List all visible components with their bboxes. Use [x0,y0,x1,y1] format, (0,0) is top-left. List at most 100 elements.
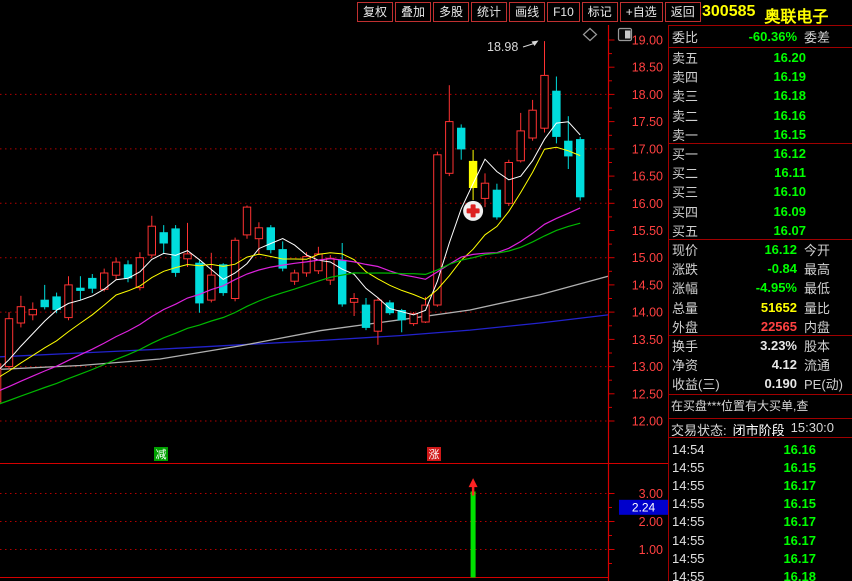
trade-price: 16.15 [783,496,816,512]
panel-divider [668,394,852,395]
candle-body [123,264,133,279]
candle-body [314,253,323,272]
candle-body [183,253,192,260]
peak-price-label: 18.98 [487,40,518,54]
stat-label-2: 最低 [804,281,831,297]
trade-row[interactable]: 14:55 16.18 [668,567,852,581]
trading-app-window: 19.00 18.50 18.00 17.50 17.00 16.50 16.00 15.50… [0,0,852,581]
ask-row-4[interactable]: 卖二 16.16 [668,106,852,125]
bid-row-4[interactable]: 买四 16.09 [668,202,852,221]
bid-row-3[interactable]: 买三 16.10 [668,182,852,201]
panel-divider [668,143,852,144]
trade-price: 16.15 [783,459,816,475]
price-axis-label: 15.50 [632,224,663,238]
trade-row[interactable]: 14:54 16.16 [668,440,852,458]
info-row-3: 收益(三) 0.190 PE(动) [668,374,852,393]
toolbar-button-标记[interactable]: 标记 [581,2,618,22]
ask-label: 卖三 [672,89,699,105]
ma20-line [0,207,581,391]
candle-body [385,302,395,314]
bid-label: 买四 [672,204,699,220]
candle-body [195,262,204,304]
candle-body [338,259,347,305]
candle-body [207,274,216,301]
stock-code: 300585 [702,3,756,20]
ask-row-2[interactable]: 卖四 16.19 [668,67,852,86]
toolbar-button-叠加[interactable]: 叠加 [395,2,432,22]
trade-time: 14:55 [672,496,705,512]
sub-axis-label: 1.00 [639,543,663,557]
candle-body [492,189,502,218]
info-row-1: 换手 3.23% 股本 [668,336,852,355]
main-chart[interactable]: 19.00 18.50 18.00 17.50 17.00 16.50 16.00 15.50… [0,0,668,581]
stock-title: 300585 奥联电子 [702,3,828,27]
stat-label-2: 流通 [804,358,831,374]
stat-label-2: 股本 [804,339,831,355]
quote-row-4: 总量 51652 量比 [668,298,852,317]
toolbar-button-画线[interactable]: 画线 [509,2,546,22]
news-ticker[interactable]: 在买盘***位置有大买单,查 [668,397,852,415]
ask-label: 卖二 [672,108,699,124]
toolbar-button-统计[interactable]: 统计 [471,2,508,22]
panel-divider [668,335,852,336]
toolbar: 复权 叠加 多股 统计 画线 F10 标记 +自选 返回 [357,2,701,22]
quote-row-3: 涨幅 -4.95% 最低 [668,278,852,297]
bid-price: 16.12 [773,146,806,162]
status-time: 15:30:0 [790,420,835,435]
stat-value: 0.190 [764,376,797,392]
candle-body [576,139,585,198]
ma5-line [0,121,581,370]
candle-body [111,261,121,276]
toolbar-button-+自选[interactable]: +自选 [619,2,663,22]
panel-divider [668,47,852,48]
bid-row-2[interactable]: 买二 16.11 [668,163,852,182]
tick-trade-list[interactable]: 14:54 16.16 14:55 16.15 14:55 16.17 14:55 16.15… [668,440,852,581]
weibi-value: -60.36% [748,29,797,45]
indicator-bar [470,491,476,578]
stat-label: 总量 [672,300,699,316]
bid-row-5[interactable]: 买五 16.07 [668,221,852,240]
trade-price: 16.16 [783,441,816,457]
price-axis-label: 12.00 [632,415,663,429]
toolbar-button-多股[interactable]: 多股 [433,2,470,22]
price-axis-label: 13.50 [632,333,663,347]
price-axis-label: 14.50 [632,278,663,292]
trade-row[interactable]: 14:55 16.17 [668,531,852,549]
candle-body [564,140,573,157]
ma10-line [0,146,581,378]
candle-body [540,74,549,129]
ask-price: 16.20 [773,50,806,66]
bid-row-1[interactable]: 买一 16.12 [668,144,852,163]
stat-label: 涨跌 [672,262,699,278]
toolbar-button-返回[interactable]: 返回 [664,2,701,22]
sub-axis-label: 2.00 [639,515,663,529]
ask-row-5[interactable]: 卖一 16.15 [668,125,852,144]
candle-body [230,239,240,300]
trade-row[interactable]: 14:55 16.17 [668,513,852,531]
ask-row-1[interactable]: 卖五 16.20 [668,48,852,67]
stat-label: 涨幅 [672,281,699,297]
trade-row[interactable]: 14:55 16.15 [668,458,852,476]
stat-value: 16.12 [764,242,797,258]
candle-body [373,299,383,332]
candle-body [76,287,85,291]
price-axis-label: 13.00 [632,360,663,374]
toolbar-button-复权[interactable]: 复权 [357,2,394,22]
quote-row-2: 涨跌 -0.84 最高 [668,259,852,278]
toolbar-button-F10[interactable]: F10 [547,2,580,22]
news-text: 在买盘***位置有大买单,查 [671,399,809,413]
trade-row[interactable]: 14:55 16.15 [668,495,852,513]
ask-row-3[interactable]: 卖三 16.18 [668,86,852,105]
candle-body [159,232,168,244]
weicha-label: 委差 [804,30,831,46]
trade-row[interactable]: 14:55 16.17 [668,476,852,494]
ma-long-gray-line [0,275,609,370]
quote-row-1: 现价 16.12 今开 [668,240,852,259]
price-axis-label: 15.00 [632,251,663,265]
stat-label-2: 内盘 [804,319,831,335]
diamond-tool-icon[interactable] [582,27,598,42]
candle-body [219,264,228,294]
trade-row[interactable]: 14:55 16.17 [668,549,852,567]
quote-stats: 现价 16.12 今开 涨跌 -0.84 最高 涨幅 -4.95% 最低 总量 51652 量比 外盘 2… [668,240,852,336]
bid-label: 买二 [672,166,699,182]
